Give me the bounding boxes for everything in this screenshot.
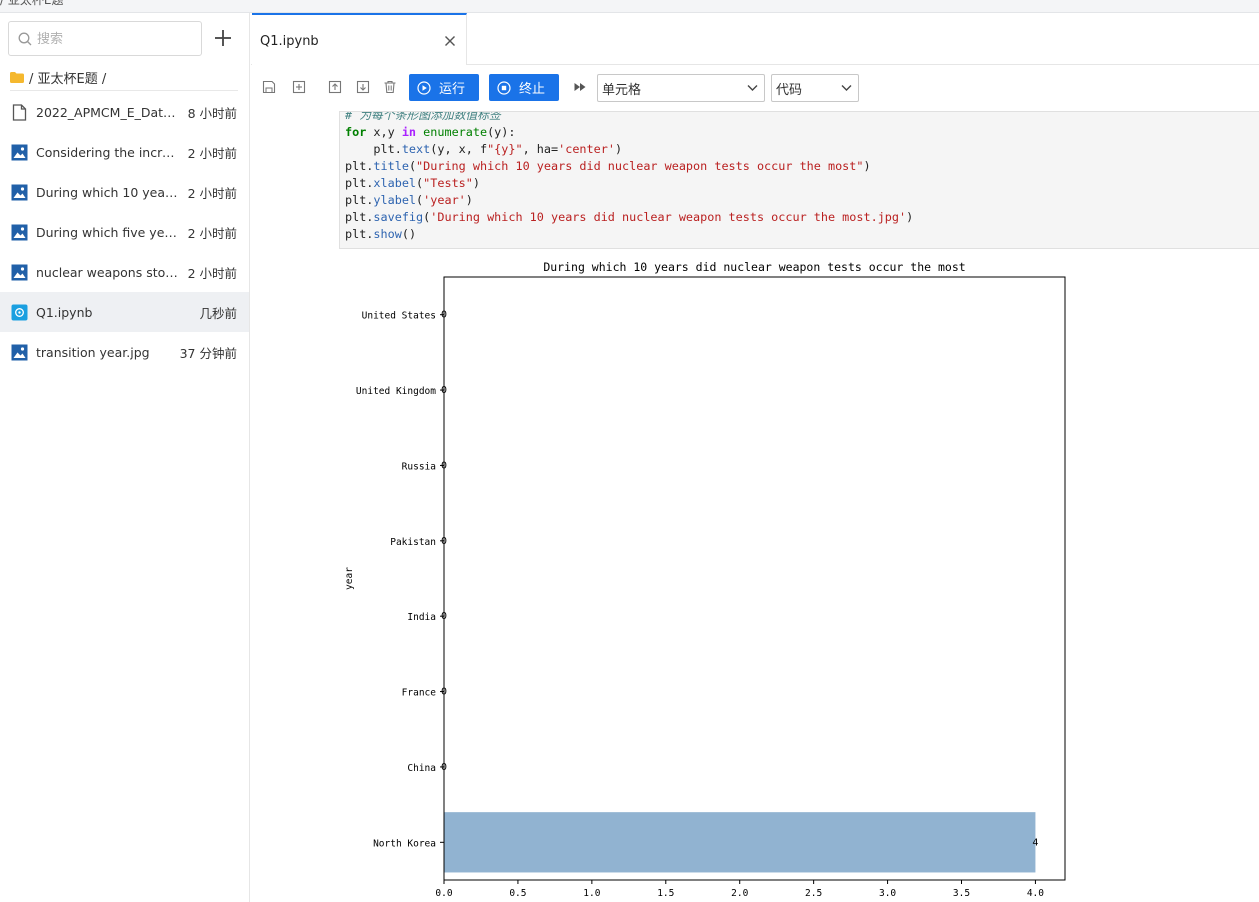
cell-type-select[interactable]: 单元格 — [597, 74, 765, 102]
run-all-icon[interactable] — [573, 80, 587, 94]
run-button[interactable]: 运行 — [409, 74, 479, 101]
y-tick-label: Pakistan — [390, 537, 436, 548]
file-name: transition year.jpg — [36, 344, 150, 360]
file-list-item[interactable]: During which five years... 2 小时前 — [0, 212, 249, 252]
image-icon — [11, 344, 28, 360]
chart-title: During which 10 years did nuclear weapon… — [543, 260, 965, 274]
file-modified-time: 8 小时前 — [187, 105, 237, 121]
file-modified-time: 几秒前 — [199, 305, 237, 321]
file-modified-time: 37 分钟前 — [179, 345, 237, 361]
move-down-icon[interactable] — [356, 80, 370, 94]
file-modified-time: 2 小时前 — [187, 185, 237, 201]
image-icon — [11, 264, 28, 280]
y-axis-label: year — [344, 567, 355, 590]
image-icon — [11, 184, 28, 200]
x-tick-label: 2.0 — [731, 888, 748, 899]
folder-icon — [10, 72, 24, 83]
top-strip: / 亚太杯E题 — [0, 0, 1259, 13]
code-line: plt.text(y, x, f"{y}", ha='center') — [345, 142, 623, 156]
tab-bar: Q1.ipynb — [251, 13, 1259, 65]
y-tick-label: France — [402, 688, 437, 699]
search-icon — [18, 32, 32, 46]
file-name: nuclear weapons stock... — [36, 264, 182, 280]
cell-mode-select[interactable]: 代码 — [771, 74, 859, 102]
stop-button[interactable]: 终止 — [489, 74, 559, 101]
file-name: During which 10 years ... — [36, 184, 182, 200]
run-label: 运行 — [439, 82, 466, 97]
cell-mode-value: 代码 — [776, 82, 803, 98]
chevron-down-icon — [747, 85, 758, 91]
file-list: 2022_APMCM_E_Data.x... 8 小时前 Considering t… — [0, 92, 249, 372]
x-tick-label: 3.0 — [879, 888, 896, 899]
run-icon — [417, 80, 431, 95]
y-tick-label: United Kingdom — [356, 386, 436, 397]
file-list-item[interactable]: nuclear weapons stock... 2 小时前 — [0, 252, 249, 292]
file-name: 2022_APMCM_E_Data.x... — [36, 104, 182, 120]
bar — [444, 812, 1036, 873]
x-tick-label: 0.0 — [435, 888, 452, 899]
x-tick-label: 4.0 — [1027, 888, 1044, 899]
new-file-icon[interactable] — [214, 29, 232, 47]
x-tick-label: 2.5 — [805, 888, 822, 899]
stop-label: 终止 — [519, 82, 546, 97]
y-tick-label: United States — [362, 311, 436, 322]
file-name: During which five years... — [36, 224, 182, 240]
file-sidebar: / 亚太杯E题 / 2022_APMCM_E_Data.x... 8 小时前 Con… — [0, 13, 250, 902]
search-input[interactable] — [37, 29, 187, 49]
code-cell[interactable]: # 为每个条形图添加数值标签 for x,y in enumerate(y): p… — [339, 111, 1259, 249]
file-list-item[interactable]: During which 10 years ... 2 小时前 — [0, 172, 249, 212]
breadcrumb[interactable]: / 亚太杯E题 / — [10, 65, 238, 91]
bar-chart: During which 10 years did nuclear weapon… — [344, 260, 1066, 899]
save-icon[interactable] — [262, 80, 276, 94]
file-modified-time: 2 小时前 — [187, 145, 237, 161]
cell-type-value: 单元格 — [602, 82, 642, 98]
file-list-item[interactable]: 2022_APMCM_E_Data.x... 8 小时前 — [0, 92, 249, 132]
file-name: Considering the increas... — [36, 144, 182, 160]
x-tick-label: 1.0 — [583, 888, 600, 899]
delete-icon[interactable] — [383, 80, 397, 94]
file-name: Q1.ipynb — [36, 304, 93, 320]
code-line: for x,y in enumerate(y): — [345, 125, 516, 139]
close-icon[interactable] — [444, 35, 456, 47]
y-tick-label: Russia — [402, 461, 436, 472]
notebook-icon — [11, 304, 28, 320]
tab-q1-ipynb[interactable]: Q1.ipynb — [252, 13, 467, 65]
data-label: 4 — [1032, 837, 1038, 848]
code-line: plt.title("During which 10 years did nuc… — [345, 159, 871, 173]
x-tick-label: 3.5 — [953, 888, 970, 899]
tab-label: Q1.ipynb — [260, 34, 319, 49]
y-tick-label: India — [407, 612, 436, 623]
plot-frame — [443, 276, 1066, 881]
code-line: plt.savefig('During which 10 years did n… — [345, 210, 914, 224]
stop-icon — [497, 80, 511, 95]
code-line: plt.show() — [345, 227, 417, 241]
code-line: # 为每个条形图添加数值标签 — [345, 111, 501, 122]
image-icon — [11, 144, 28, 160]
file-icon — [12, 103, 27, 121]
x-tick-label: 1.5 — [657, 888, 674, 899]
x-tick-label: 0.5 — [509, 888, 526, 899]
notebook-toolbar: 运行 终止 单元格 代码 — [251, 73, 1259, 103]
code-line: plt.xlabel("Tests") — [345, 176, 480, 190]
file-modified-time: 2 小时前 — [187, 265, 237, 281]
chevron-down-icon — [841, 85, 852, 91]
file-list-item[interactable]: Q1.ipynb 几秒前 — [0, 292, 249, 332]
file-list-item[interactable]: transition year.jpg 37 分钟前 — [0, 332, 249, 372]
breadcrumb-path: / 亚太杯E题 / — [29, 72, 107, 87]
top-strip-path: / 亚太杯E题 — [0, 0, 64, 7]
y-tick-label: China — [407, 763, 436, 774]
move-up-icon[interactable] — [328, 80, 342, 94]
y-tick-label: North Korea — [373, 838, 436, 849]
insert-cell-icon[interactable] — [292, 80, 306, 94]
file-modified-time: 2 小时前 — [187, 225, 237, 241]
search-box[interactable] — [8, 21, 202, 56]
image-icon — [11, 224, 28, 240]
code-line: plt.ylabel('year') — [345, 193, 473, 207]
file-list-item[interactable]: Considering the increas... 2 小时前 — [0, 132, 249, 172]
